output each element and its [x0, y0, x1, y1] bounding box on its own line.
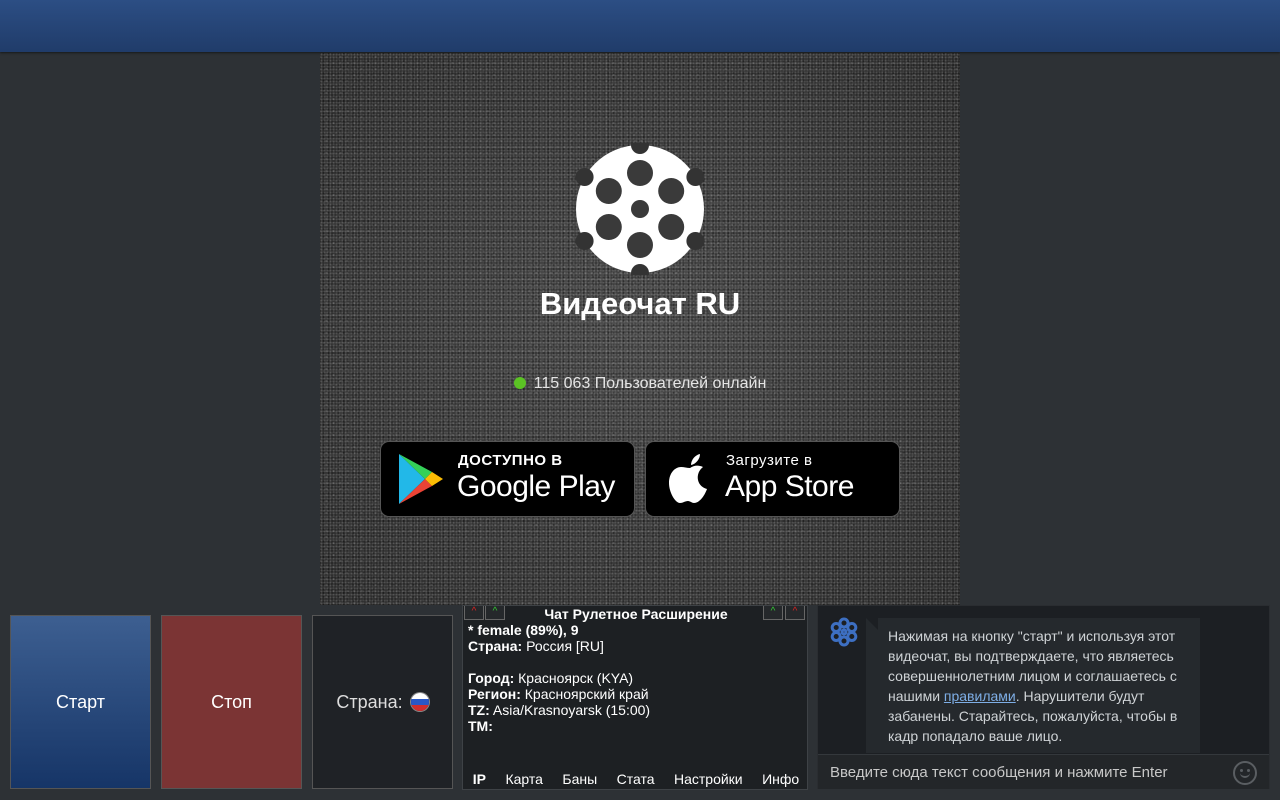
stop-label: Стоп: [211, 691, 252, 712]
brand-title: Видеочат RU: [539, 286, 741, 321]
online-counter-text: 115 063 Пользователей онлайн: [533, 375, 767, 392]
tab-stats[interactable]: Стата: [617, 771, 655, 787]
start-button[interactable]: Старт: [10, 615, 151, 789]
apple-icon: [669, 454, 707, 503]
start-label: Старт: [56, 691, 105, 712]
country-key: Страна:: [468, 638, 523, 654]
tm-key: TM:: [468, 718, 493, 734]
google-play-small-text: ДОСТУПНО В: [458, 452, 563, 469]
chat-panel: Нажимая на кнопку "старт" и используя эт…: [817, 605, 1270, 789]
tab-info[interactable]: Инфо: [762, 771, 799, 787]
google-play-button[interactable]: ДОСТУПНО В Google Play: [380, 441, 635, 517]
tab-bans[interactable]: Баны: [562, 771, 597, 787]
extension-tabs: IP Карта Баны Стата Настройки Инфо: [463, 771, 809, 787]
tab-ip[interactable]: IP: [473, 771, 486, 787]
revolver-cylinder-logo: [575, 143, 705, 275]
tz-key: TZ:: [468, 702, 490, 718]
online-counter: 115 063 Пользователей онлайн: [320, 375, 960, 393]
tz-value: Asia/Krasnoyarsk (15:00): [489, 702, 651, 718]
roulette-extension-panel: ^ ^ ^ ^ Чат Рулетное Расширение * female…: [462, 605, 808, 790]
region-key: Регион:: [468, 686, 521, 702]
extension-info: * female (89%), 9 Страна: Россия [RU] Го…: [468, 622, 650, 734]
chat-message-input[interactable]: [818, 755, 1228, 789]
country-selector[interactable]: Страна:: [312, 615, 453, 789]
top-bar: [0, 0, 1280, 52]
online-status-dot: [513, 377, 526, 389]
tab-settings[interactable]: Настройки: [674, 771, 743, 787]
city-value: Красноярск (KYA): [514, 670, 634, 686]
tab-map[interactable]: Карта: [505, 771, 542, 787]
chat-avatar-icon: [829, 617, 859, 647]
country-label: Страна:: [336, 691, 403, 712]
region-value: Красноярский край: [520, 686, 649, 702]
gender-line: * female (89%), 9: [468, 622, 579, 638]
city-key: Город:: [468, 670, 515, 686]
stop-button[interactable]: Стоп: [161, 615, 302, 789]
russia-flag-icon: [410, 693, 429, 711]
app-store-button[interactable]: Загрузите в App Store: [645, 441, 900, 517]
extension-title: Чат Рулетное Расширение: [544, 606, 728, 622]
app-store-big-text: App Store: [725, 470, 854, 503]
app-store-small-text: Загрузите в: [726, 452, 813, 469]
video-area: Видеочат RU 115 063 Пользователей онлайн…: [320, 53, 960, 605]
country-value: Россия [RU]: [522, 638, 604, 654]
rules-link[interactable]: правилами: [944, 688, 1016, 704]
bubble-tail: [866, 618, 878, 630]
emoji-smile-icon[interactable]: [1233, 761, 1257, 785]
chat-message: Нажимая на кнопку "старт" и используя эт…: [866, 618, 1200, 753]
google-play-big-text: Google Play: [457, 470, 615, 503]
chat-input-bar: [818, 754, 1269, 789]
google-play-icon: [399, 454, 443, 504]
